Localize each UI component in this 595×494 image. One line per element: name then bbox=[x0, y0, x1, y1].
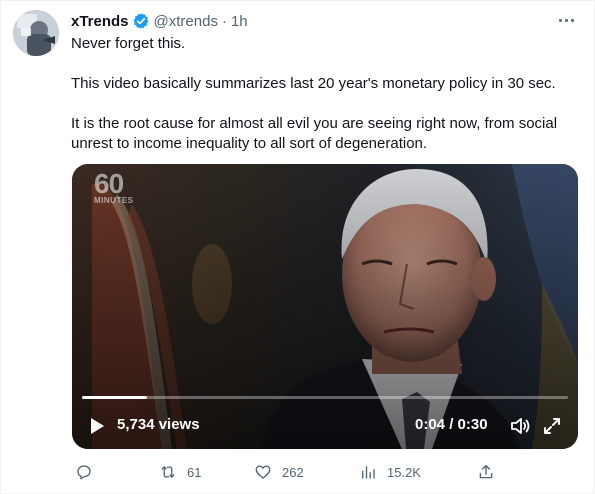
reply-button[interactable] bbox=[75, 459, 103, 485]
more-dot bbox=[558, 18, 562, 22]
views-button[interactable]: 15.2K bbox=[359, 459, 421, 485]
logo-word: MINUTES bbox=[94, 196, 134, 205]
tweet-card[interactable]: xTrends @xtrends · 1h Never forget this.… bbox=[0, 0, 595, 494]
view-count: 15.2K bbox=[387, 464, 421, 480]
fullscreen-icon[interactable] bbox=[542, 416, 562, 436]
share-icon bbox=[479, 464, 493, 479]
tweet-text-line: Never forget this. bbox=[71, 35, 186, 52]
author-handle[interactable]: @xtrends bbox=[154, 13, 218, 30]
more-dot bbox=[564, 18, 568, 22]
logo-number: 60 bbox=[94, 168, 124, 199]
tweet-text-line: This video basically summarizes last 20 … bbox=[71, 75, 556, 92]
like-icon bbox=[255, 465, 271, 479]
retweet-button[interactable]: 61 bbox=[159, 459, 201, 485]
analytics-icon bbox=[362, 466, 375, 479]
tweet-text-line: It is the root cause for almost all evil… bbox=[71, 115, 558, 152]
tweet-header: xTrends @xtrends · 1h bbox=[71, 11, 248, 31]
volume-icon[interactable] bbox=[510, 417, 530, 435]
avatar-image bbox=[13, 10, 59, 56]
timestamp[interactable]: 1h bbox=[231, 13, 248, 30]
reply-icon bbox=[77, 465, 91, 480]
verified-badge-icon bbox=[133, 13, 148, 29]
retweet-count: 61 bbox=[187, 464, 202, 480]
more-dots-icon[interactable] bbox=[554, 9, 578, 31]
video-timecode: 0:04 / 0:30 bbox=[415, 416, 488, 433]
retweet-icon bbox=[161, 466, 175, 478]
share-button[interactable] bbox=[477, 459, 495, 485]
video-frame bbox=[72, 164, 578, 449]
video-view-count: 5,734 views bbox=[117, 416, 200, 433]
video-progress-bar[interactable] bbox=[82, 396, 568, 399]
avatar[interactable] bbox=[13, 10, 59, 56]
show-logo: 60 MINUTES bbox=[94, 168, 134, 206]
separator-dot: · bbox=[221, 12, 227, 30]
tweet-actions: 61 262 15.2K bbox=[71, 459, 501, 485]
like-count: 262 bbox=[282, 464, 304, 480]
more-dot bbox=[570, 18, 574, 22]
play-icon[interactable] bbox=[89, 417, 105, 435]
video-progress-fill bbox=[82, 396, 147, 399]
like-button[interactable]: 262 bbox=[254, 459, 304, 485]
video-player[interactable]: 60 MINUTES 5,734 views 0:04 / 0:30 bbox=[72, 164, 578, 449]
author-name[interactable]: xTrends bbox=[71, 13, 129, 30]
